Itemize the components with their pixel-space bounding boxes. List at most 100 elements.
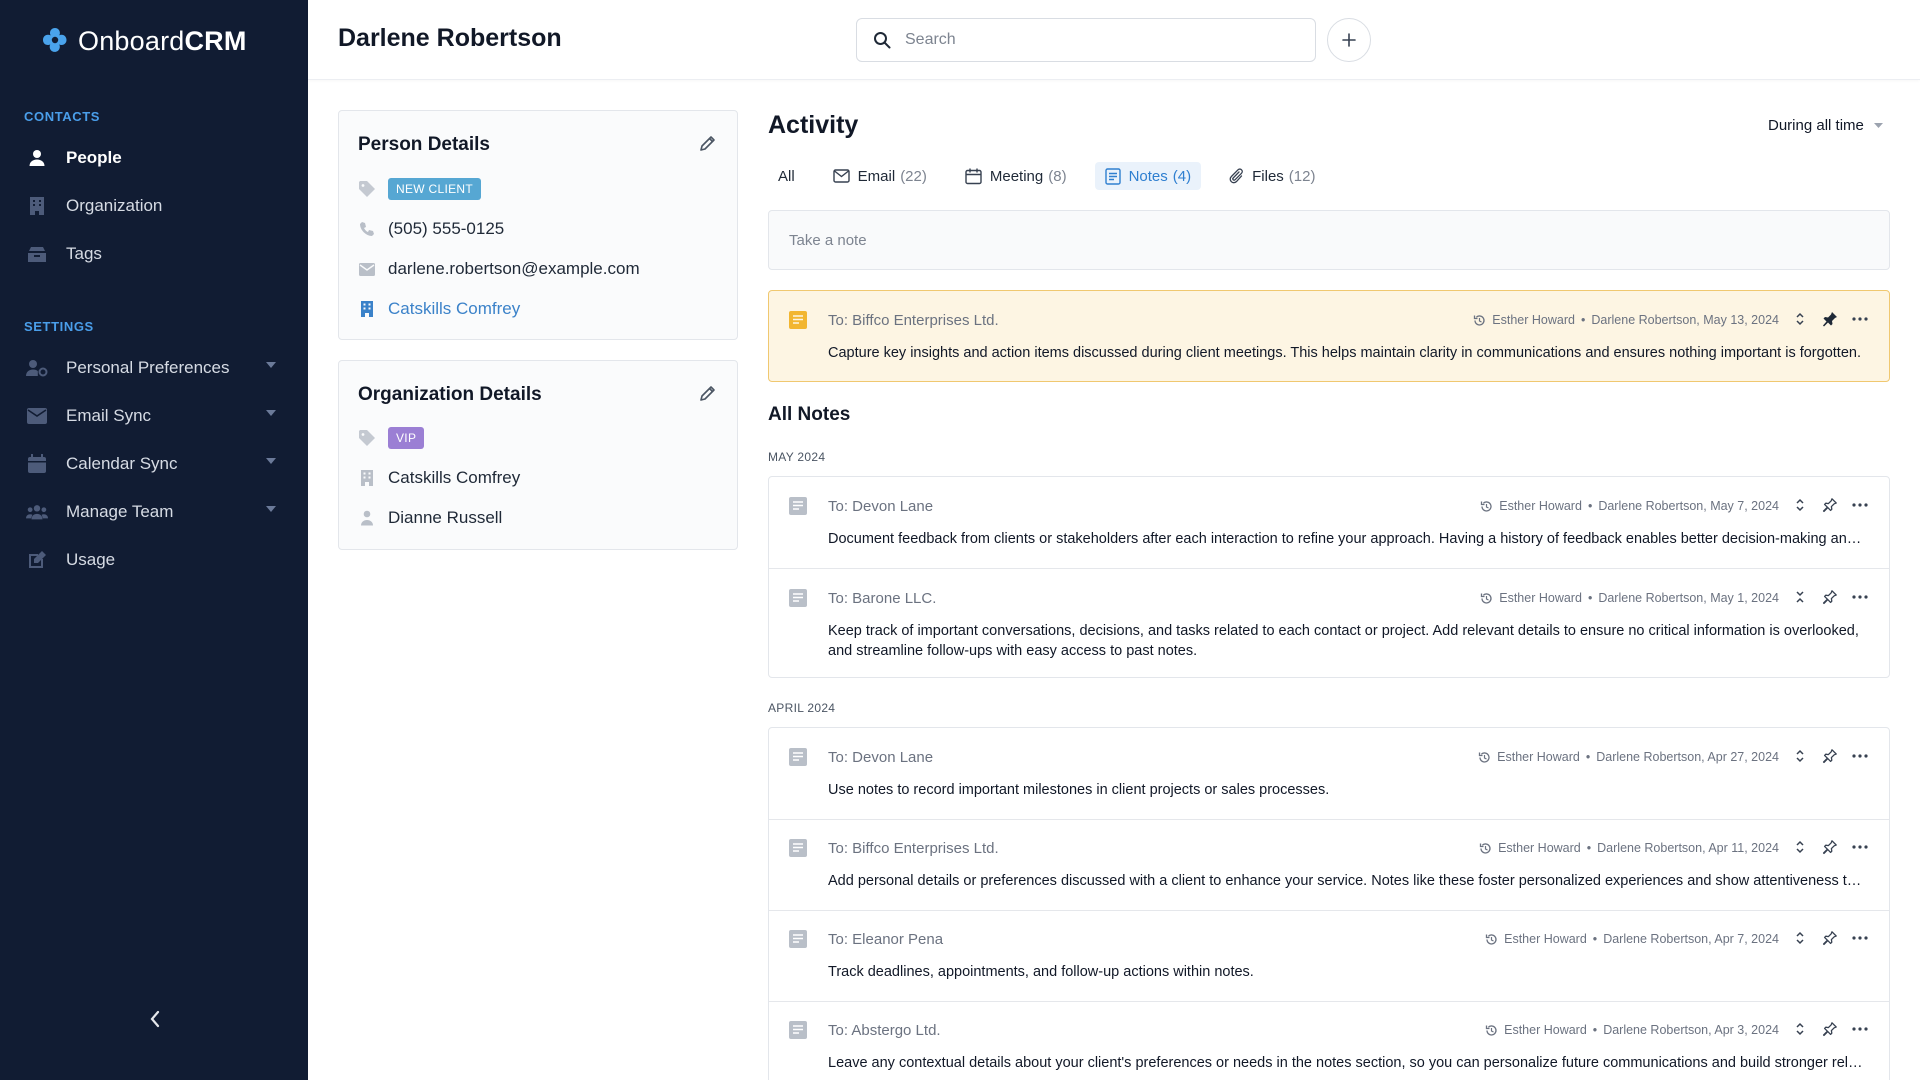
org-name-row: Catskills Comfrey — [358, 465, 520, 491]
new-client-badge[interactable]: NEW CLIENT — [388, 178, 482, 200]
note-author: Esther Howard — [1504, 1023, 1587, 1037]
note-item[interactable]: To: Devon Lane Esther Howard • Darlene R… — [769, 477, 1889, 569]
take-note-input[interactable] — [768, 210, 1890, 270]
organization-owner[interactable]: Dianne Russell — [388, 508, 502, 528]
note-item[interactable]: To: Eleanor Pena Esther Howard • Darlene… — [769, 910, 1889, 1002]
company-link[interactable]: Catskills Comfrey — [388, 299, 520, 319]
sidebar-item-label: Usage — [66, 550, 116, 569]
note-meta: Esther Howard • Darlene Robertson, Apr 1… — [1479, 841, 1779, 855]
expand-button[interactable] — [1791, 929, 1809, 947]
note-date: Darlene Robertson, Apr 7, 2024 — [1603, 932, 1779, 946]
tab-label: All — [778, 167, 795, 185]
org-tag-row: VIP — [358, 425, 425, 451]
tab-meeting[interactable]: Meeting (8) — [955, 162, 1077, 190]
expand-button[interactable] — [1791, 747, 1809, 765]
app-logo[interactable]: OnboardCRM — [40, 24, 247, 58]
edit-organization-button[interactable] — [699, 384, 717, 402]
tab-count: (4) — [1172, 167, 1192, 185]
pin-icon[interactable] — [1821, 496, 1839, 514]
pin-icon[interactable] — [1821, 310, 1839, 328]
mail-icon — [358, 260, 376, 278]
note-recipient[interactable]: To: Eleanor Pena — [828, 931, 943, 948]
more-options-icon[interactable] — [1851, 747, 1869, 765]
collapse-sidebar-button[interactable] — [140, 1006, 170, 1032]
vip-badge[interactable]: VIP — [388, 427, 425, 449]
person-icon — [26, 147, 48, 169]
more-options-icon[interactable] — [1851, 310, 1869, 328]
expand-button[interactable] — [1791, 1020, 1809, 1038]
expand-button[interactable] — [1791, 310, 1809, 328]
tag-icon — [358, 429, 376, 447]
edit-person-button[interactable] — [699, 134, 717, 152]
tab-notes[interactable]: Notes (4) — [1094, 162, 1202, 190]
phone-icon — [358, 220, 376, 238]
note-icon — [1104, 167, 1121, 185]
sidebar-item-manage-team[interactable]: Manage Team — [0, 492, 308, 532]
group-label-april-2024: APRIL 2024 — [768, 701, 836, 715]
person-icon — [358, 509, 376, 527]
phone-number[interactable]: (505) 555-0125 — [388, 219, 504, 239]
sidebar-item-personal-preferences[interactable]: Personal Preferences — [0, 348, 308, 388]
note-icon — [789, 311, 807, 329]
search-box[interactable] — [856, 18, 1316, 62]
note-item[interactable]: To: Biffco Enterprises Ltd. Esther Howar… — [769, 819, 1889, 911]
tab-email[interactable]: Email (22) — [823, 162, 937, 190]
more-options-icon[interactable] — [1851, 929, 1869, 947]
note-recipient[interactable]: To: Devon Lane — [828, 498, 933, 515]
note-item[interactable]: To: Devon Lane Esther Howard • Darlene R… — [769, 728, 1889, 820]
note-item[interactable]: To: Abstergo Ltd. Esther Howard • Darlen… — [769, 1001, 1889, 1080]
organization-name: Catskills Comfrey — [388, 468, 521, 487]
tab-count: (8) — [1048, 167, 1067, 185]
page-title: Darlene Robertson — [338, 24, 562, 52]
more-options-icon[interactable] — [1851, 838, 1869, 856]
meta-separator: • — [1592, 932, 1598, 946]
history-icon — [1485, 1024, 1498, 1037]
chevron-down-icon — [266, 362, 276, 368]
more-options-icon[interactable] — [1851, 588, 1869, 606]
tab-files[interactable]: Files (12) — [1219, 162, 1325, 190]
pin-icon[interactable] — [1821, 747, 1839, 765]
note-recipient[interactable]: To: Abstergo Ltd. — [828, 1022, 941, 1039]
tab-label: Files — [1252, 167, 1284, 185]
period-dropdown[interactable]: During all time — [1768, 117, 1883, 134]
tab-all[interactable]: All — [768, 162, 805, 190]
sidebar-item-organization[interactable]: Organization — [0, 186, 308, 226]
sidebar-item-label: People — [66, 148, 122, 167]
sidebar-item-usage[interactable]: Usage — [0, 540, 308, 580]
note-meta: Esther Howard • Darlene Robertson, May 1… — [1480, 591, 1779, 605]
sidebar-item-label: Personal Preferences — [66, 358, 230, 377]
note-recipient[interactable]: To: Biffco Enterprises Ltd. — [828, 312, 999, 329]
sidebar-item-tags[interactable]: Tags — [0, 234, 308, 274]
pin-icon[interactable] — [1821, 588, 1839, 606]
more-options-icon[interactable] — [1851, 496, 1869, 514]
sidebar-item-email-sync[interactable]: Email Sync — [0, 396, 308, 436]
add-button[interactable] — [1327, 18, 1371, 62]
tab-count: (12) — [1288, 167, 1316, 185]
email-address[interactable]: darlene.robertson@example.com — [388, 259, 640, 279]
pin-icon[interactable] — [1821, 1020, 1839, 1038]
note-recipient[interactable]: To: Biffco Enterprises Ltd. — [828, 840, 999, 857]
sidebar-item-people[interactable]: People — [0, 138, 308, 178]
note-body: Leave any contextual details about your … — [828, 1055, 1868, 1071]
pinned-note[interactable]: To: Biffco Enterprises Ltd. Esther Howar… — [768, 290, 1890, 382]
sidebar-item-calendar-sync[interactable]: Calendar Sync — [0, 444, 308, 484]
person-details-title: Person Details — [358, 134, 490, 155]
person-tag-row: NEW CLIENT — [358, 176, 482, 202]
pin-icon[interactable] — [1821, 838, 1839, 856]
pin-icon[interactable] — [1821, 929, 1839, 947]
tab-count: (22) — [900, 167, 927, 185]
activity-title: Activity — [768, 111, 859, 139]
collapse-button[interactable] — [1791, 588, 1809, 606]
history-icon — [1478, 751, 1491, 764]
expand-button[interactable] — [1791, 838, 1809, 856]
search-input[interactable] — [905, 31, 1285, 49]
note-recipient[interactable]: To: Devon Lane — [828, 749, 933, 766]
note-recipient[interactable]: To: Barone LLC. — [828, 590, 936, 607]
expand-button[interactable] — [1791, 496, 1809, 514]
notes-group-april-2024: To: Devon Lane Esther Howard • Darlene R… — [768, 727, 1890, 1080]
note-item[interactable]: To: Barone LLC. Esther Howard • Darlene … — [769, 569, 1889, 677]
meta-separator: • — [1587, 499, 1593, 513]
note-icon — [789, 589, 807, 607]
person-email-row: darlene.robertson@example.com — [358, 256, 640, 282]
more-options-icon[interactable] — [1851, 1020, 1869, 1038]
